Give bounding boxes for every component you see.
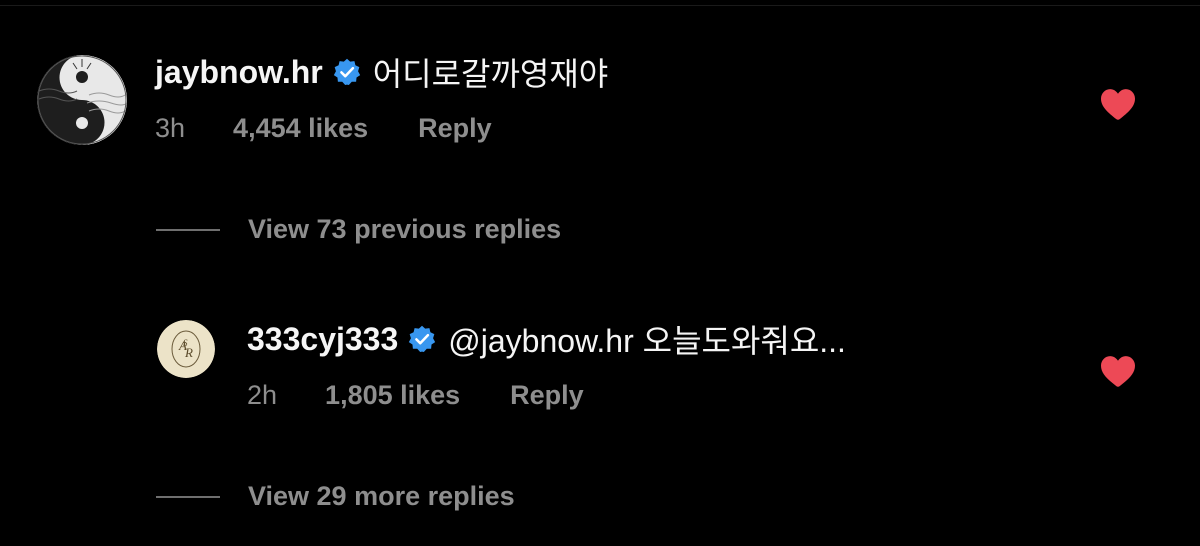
reply-button[interactable]: Reply [510, 380, 584, 411]
comment-text: @jaybnow.hr 오늘도와줘요... [448, 323, 846, 359]
likes-count[interactable]: 4,454 likes [233, 113, 368, 144]
comment-line: jaybnow.hr 어디로갈까영재야 [155, 52, 609, 93]
view-more-replies-button[interactable]: View 29 more replies [156, 481, 515, 512]
yin-yang-avatar-icon [37, 55, 127, 145]
comment-meta: 2h 1,805 likes Reply [247, 380, 584, 411]
likes-count[interactable]: 1,805 likes [325, 380, 460, 411]
monogram-avatar-icon: A R S [157, 320, 215, 378]
verified-badge-icon [333, 58, 361, 86]
comment-line: 333cyj333 @jaybnow.hr 오늘도와줘요... [247, 319, 846, 360]
top-divider [0, 5, 1200, 6]
view-previous-replies-label: View 73 previous replies [248, 214, 562, 244]
avatar[interactable] [37, 55, 127, 145]
comment-text: 어디로갈까영재야 [372, 56, 609, 92]
verified-badge-icon [408, 325, 436, 353]
view-previous-replies-button[interactable]: View 73 previous replies [156, 214, 561, 245]
comment-time: 2h [247, 380, 278, 410]
svg-text:S: S [183, 338, 188, 348]
avatar[interactable]: A R S [157, 320, 215, 378]
comment-meta: 3h 4,454 likes Reply [155, 113, 492, 144]
like-button[interactable] [1099, 354, 1137, 388]
view-more-replies-label: View 29 more replies [248, 481, 515, 511]
username[interactable]: jaybnow.hr [155, 54, 323, 91]
heart-icon [1101, 356, 1135, 387]
username[interactable]: 333cyj333 [247, 321, 398, 358]
reply-button[interactable]: Reply [418, 113, 492, 144]
comment-time: 3h [155, 113, 186, 143]
replies-divider [156, 228, 220, 231]
replies-divider [156, 495, 220, 498]
heart-icon [1101, 89, 1135, 120]
like-button[interactable] [1099, 87, 1137, 121]
